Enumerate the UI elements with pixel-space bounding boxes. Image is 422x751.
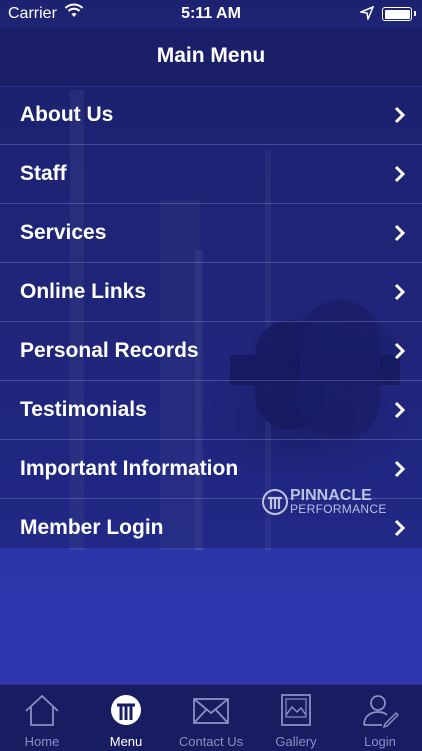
- chevron-right-icon: [394, 283, 406, 301]
- envelope-icon: [193, 698, 229, 724]
- chevron-right-icon: [394, 401, 406, 419]
- location-arrow-icon: [358, 5, 375, 25]
- tab-login[interactable]: Login: [338, 685, 422, 751]
- tab-label: Menu: [109, 734, 143, 749]
- menu-item-testimonials[interactable]: Testimonials: [0, 381, 422, 440]
- menu-item-services[interactable]: Services: [0, 204, 422, 263]
- logo-subtitle: PERFORMANCE: [290, 502, 387, 516]
- user-edit-icon: [363, 695, 400, 729]
- tab-label: Login: [364, 734, 396, 749]
- tab-label: Contact Us: [178, 734, 244, 749]
- menu-item-label: Member Login: [20, 516, 164, 539]
- tab-menu[interactable]: Menu: [84, 685, 168, 751]
- chevron-right-icon: [394, 224, 406, 242]
- home-icon: [25, 694, 59, 726]
- pinnacle-logo-icon: [111, 695, 141, 725]
- page-title: Main Menu: [156, 44, 266, 67]
- chevron-right-icon: [394, 165, 406, 183]
- menu-item-label: Services: [20, 221, 107, 244]
- menu-item-online-links[interactable]: Online Links: [0, 263, 422, 322]
- menu-item-label: Important Information: [20, 457, 239, 480]
- clock: 5:11 AM: [181, 5, 241, 22]
- menu-item-about-us[interactable]: About Us: [0, 86, 422, 145]
- tab-contact-us[interactable]: Contact Us: [169, 685, 253, 751]
- tab-label: Gallery: [275, 734, 317, 749]
- tab-label: Home: [24, 734, 60, 749]
- chevron-right-icon: [394, 342, 406, 360]
- status-bar: Carrier 5:11 AM: [0, 0, 422, 28]
- menu-item-label: Testimonials: [20, 398, 147, 421]
- menu-item-label: Staff: [20, 162, 67, 185]
- menu-item-label: Personal Records: [20, 339, 199, 362]
- pinnacle-performance-logo: PINNACLE PERFORMANCE: [262, 487, 392, 517]
- chevron-right-icon: [394, 106, 406, 124]
- tab-bar: Home Menu Contact Us Gallery Login: [0, 684, 422, 751]
- tab-home[interactable]: Home: [0, 685, 84, 751]
- pinnacle-mark-icon: [262, 489, 288, 515]
- tab-gallery[interactable]: Gallery: [254, 685, 338, 751]
- menu-item-label: About Us: [20, 103, 114, 126]
- chevron-right-icon: [394, 519, 406, 537]
- chevron-right-icon: [394, 460, 406, 478]
- menu-item-personal-records[interactable]: Personal Records: [0, 322, 422, 381]
- menu-item-label: Online Links: [20, 280, 147, 303]
- navigation-bar: Main Menu: [0, 28, 422, 87]
- menu-item-staff[interactable]: Staff: [0, 145, 422, 204]
- picture-icon: [281, 694, 311, 726]
- battery-icon: [382, 7, 416, 21]
